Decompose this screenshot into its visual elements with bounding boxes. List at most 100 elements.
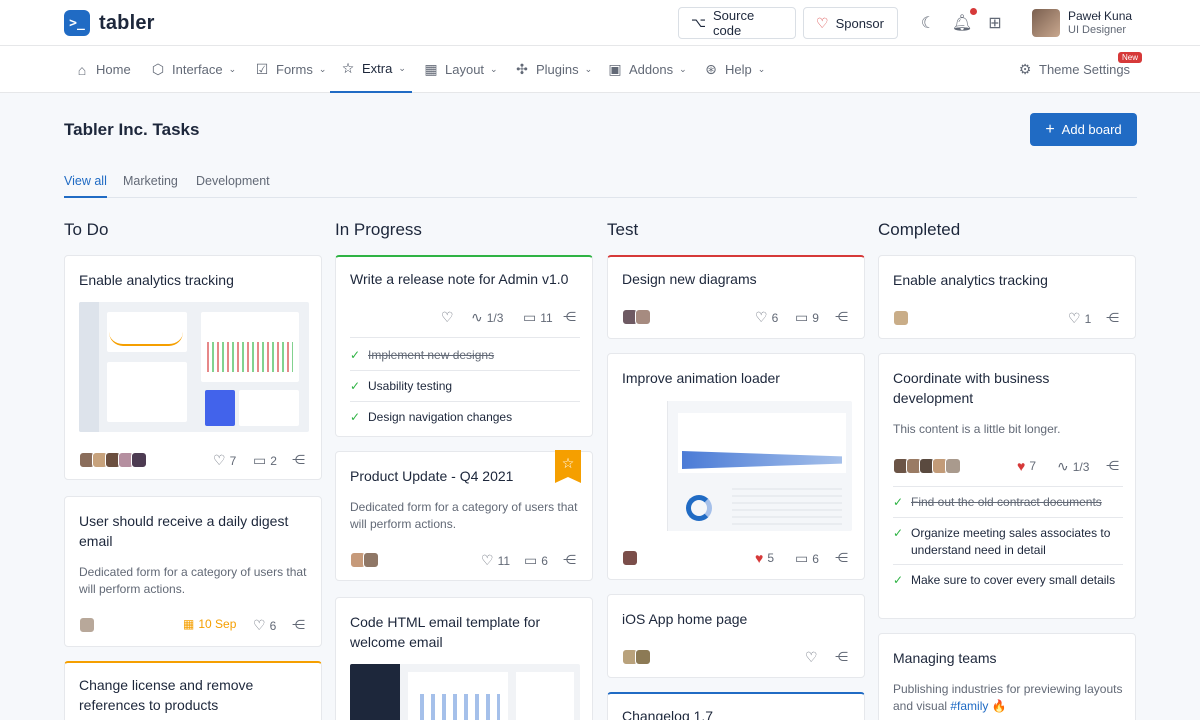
nav-forms-label: Forms — [276, 62, 313, 77]
task-card[interactable]: iOS App home page ♡ ⋲ — [607, 594, 865, 678]
heart-icon: ♡ — [481, 552, 494, 568]
comments-count[interactable]: ▭ 11 — [523, 309, 553, 326]
nav-layout-label: Layout — [445, 62, 485, 77]
chevron-down-icon: ⌄ — [228, 64, 237, 74]
nav-interface[interactable]: ⬡ Interface ⌄ — [150, 46, 236, 93]
hashtag-link[interactable]: #family — [950, 699, 988, 713]
heart-icon: ♡ — [816, 14, 829, 31]
assignee-avatars — [622, 649, 651, 665]
top-header: >_ tabler ⌥ Source code ♡ Sponsor ☾ 🔔︎ ⊞… — [0, 0, 1200, 46]
likes-count[interactable]: ♡ 7 — [213, 452, 236, 469]
heart-icon: ♡ — [253, 617, 266, 633]
heart-filled-icon: ♥ — [1017, 458, 1026, 474]
task-card[interactable]: Product Update - Q4 2021 Dedicated form … — [335, 451, 593, 581]
checklist-item[interactable]: Usability testing — [350, 378, 580, 395]
task-card[interactable]: Change license and remove references to … — [64, 661, 322, 720]
comments-count[interactable]: ▭ 9 — [795, 309, 819, 326]
lifebuoy-icon: ⊛ — [705, 61, 717, 77]
nav-extra-label: Extra — [362, 61, 393, 76]
share-icon[interactable]: ⋲ — [835, 649, 848, 665]
comments-count[interactable]: ▭ 6 — [795, 550, 819, 567]
task-card[interactable]: Code HTML email template for welcome ema… — [335, 597, 593, 720]
moon-icon[interactable]: ☾ — [918, 13, 938, 33]
calendar-icon: ▦ — [183, 617, 195, 631]
task-card[interactable]: Managing teams Publishing industries for… — [878, 633, 1136, 720]
task-card[interactable]: Enable analytics tracking ♡ 7 ▭ 2 ⋲ — [64, 255, 322, 480]
checklist-item[interactable]: Implement new designs — [350, 347, 580, 364]
bell-icon[interactable]: 🔔︎ — [952, 13, 972, 33]
card-description: Dedicated form for a category of users t… — [79, 565, 307, 596]
likes-count[interactable]: ♡ 6 — [253, 617, 276, 634]
assignee-avatars — [79, 452, 147, 468]
likes-count[interactable]: ♥ 7 — [1017, 458, 1036, 474]
tab-view-all[interactable]: View all — [64, 169, 107, 198]
assignee-avatars — [622, 309, 651, 325]
chevron-down-icon: ⌄ — [398, 63, 406, 73]
likes-value: 6 — [771, 310, 779, 325]
due-date-value: 10 Sep — [198, 617, 237, 631]
likes-count[interactable]: ♡ 6 — [755, 309, 778, 326]
card-description: Dedicated form for a category of users t… — [350, 500, 578, 531]
avatar — [622, 550, 638, 566]
share-icon[interactable]: ⋲ — [835, 309, 848, 325]
card-title: Enable analytics tracking — [893, 272, 1048, 288]
share-icon[interactable]: ⋲ — [1106, 310, 1119, 326]
heart-icon: ♡ — [755, 309, 768, 325]
nav-forms[interactable]: ☑ Forms ⌄ — [254, 46, 327, 93]
source-code-button[interactable]: ⌥ Source code — [678, 7, 796, 39]
chevron-down-icon: ⌄ — [318, 64, 327, 74]
new-badge: New — [1118, 52, 1143, 63]
likes-count[interactable]: ♡ 11 — [481, 552, 510, 569]
card-title: Enable analytics tracking — [79, 272, 234, 288]
task-card[interactable]: User should receive a daily digest email… — [64, 496, 322, 647]
task-card[interactable]: Enable analytics tracking ♡ 1 ⋲ — [878, 255, 1136, 339]
checklist-item[interactable]: Find out the old contract documents — [893, 494, 1123, 511]
task-card[interactable]: Coordinate with business development Thi… — [878, 353, 1136, 619]
share-icon[interactable]: ⋲ — [563, 309, 576, 325]
user-menu[interactable]: Paweł Kuna UI Designer — [1032, 9, 1132, 37]
card-title: Managing teams — [893, 650, 997, 666]
app-logo[interactable]: >_ tabler — [64, 10, 155, 36]
avatar — [131, 452, 147, 468]
likes-count[interactable]: ♡ 1 — [1068, 310, 1091, 327]
comments-count[interactable]: ▭ 6 — [524, 552, 548, 569]
task-card[interactable]: Write a release note for Admin v1.0 ♡ ∿ … — [335, 255, 593, 437]
task-card[interactable]: Design new diagrams ♡ 6 ▭ 9 ⋲ — [607, 255, 865, 339]
sponsor-button[interactable]: ♡ Sponsor — [803, 7, 898, 39]
nav-layout[interactable]: ▦ Layout ⌄ — [423, 46, 498, 93]
like-button[interactable]: ♡ — [805, 649, 818, 666]
comments-count[interactable]: ▭ 2 — [253, 452, 277, 469]
checklist-item[interactable]: Organize meeting sales associates to und… — [893, 525, 1123, 559]
task-card[interactable]: Changelog 1.7 — [607, 692, 865, 720]
task-card[interactable]: Improve animation loader ♥ 5 ▭ 6 ⋲ — [607, 353, 865, 580]
share-icon[interactable]: ⋲ — [292, 452, 305, 468]
apps-grid-icon[interactable]: ⊞ — [985, 13, 1005, 33]
share-icon[interactable]: ⋲ — [563, 552, 576, 568]
like-button[interactable]: ♡ — [441, 309, 454, 326]
chevron-down-icon: ⌄ — [490, 64, 498, 74]
logo-terminal-icon: >_ — [64, 10, 90, 36]
card-title: Write a release note for Admin v1.0 — [350, 271, 569, 287]
tab-marketing[interactable]: Marketing — [123, 169, 178, 198]
share-icon[interactable]: ⋲ — [835, 550, 848, 566]
avatar — [635, 649, 651, 665]
likes-count[interactable]: ♥ 5 — [755, 550, 774, 566]
nav-plugins[interactable]: ✣ Plugins ⌄ — [514, 46, 592, 93]
checklist-item[interactable]: Make sure to cover every small details — [893, 572, 1123, 589]
avatar — [79, 617, 95, 633]
checkbox-icon: ☑ — [255, 61, 269, 77]
checklist-item[interactable]: Design navigation changes — [350, 409, 580, 426]
chevron-down-icon: ⌄ — [679, 64, 687, 74]
card-image — [79, 302, 309, 432]
nav-addons[interactable]: ▣ Addons ⌄ — [607, 46, 687, 93]
nav-theme-settings[interactable]: ⚙ Theme Settings — [1017, 46, 1130, 93]
nav-help[interactable]: ⊛ Help ⌄ — [703, 46, 765, 93]
nav-help-label: Help — [725, 62, 752, 77]
tab-development[interactable]: Development — [196, 169, 270, 198]
nav-extra[interactable]: ☆ Extra ⌄ — [330, 46, 412, 93]
share-icon[interactable]: ⋲ — [292, 617, 305, 633]
assignee-avatars — [622, 550, 638, 566]
add-board-button[interactable]: + Add board — [1030, 113, 1137, 146]
share-icon[interactable]: ⋲ — [1106, 458, 1119, 474]
nav-home[interactable]: ⌂ Home — [74, 46, 131, 93]
